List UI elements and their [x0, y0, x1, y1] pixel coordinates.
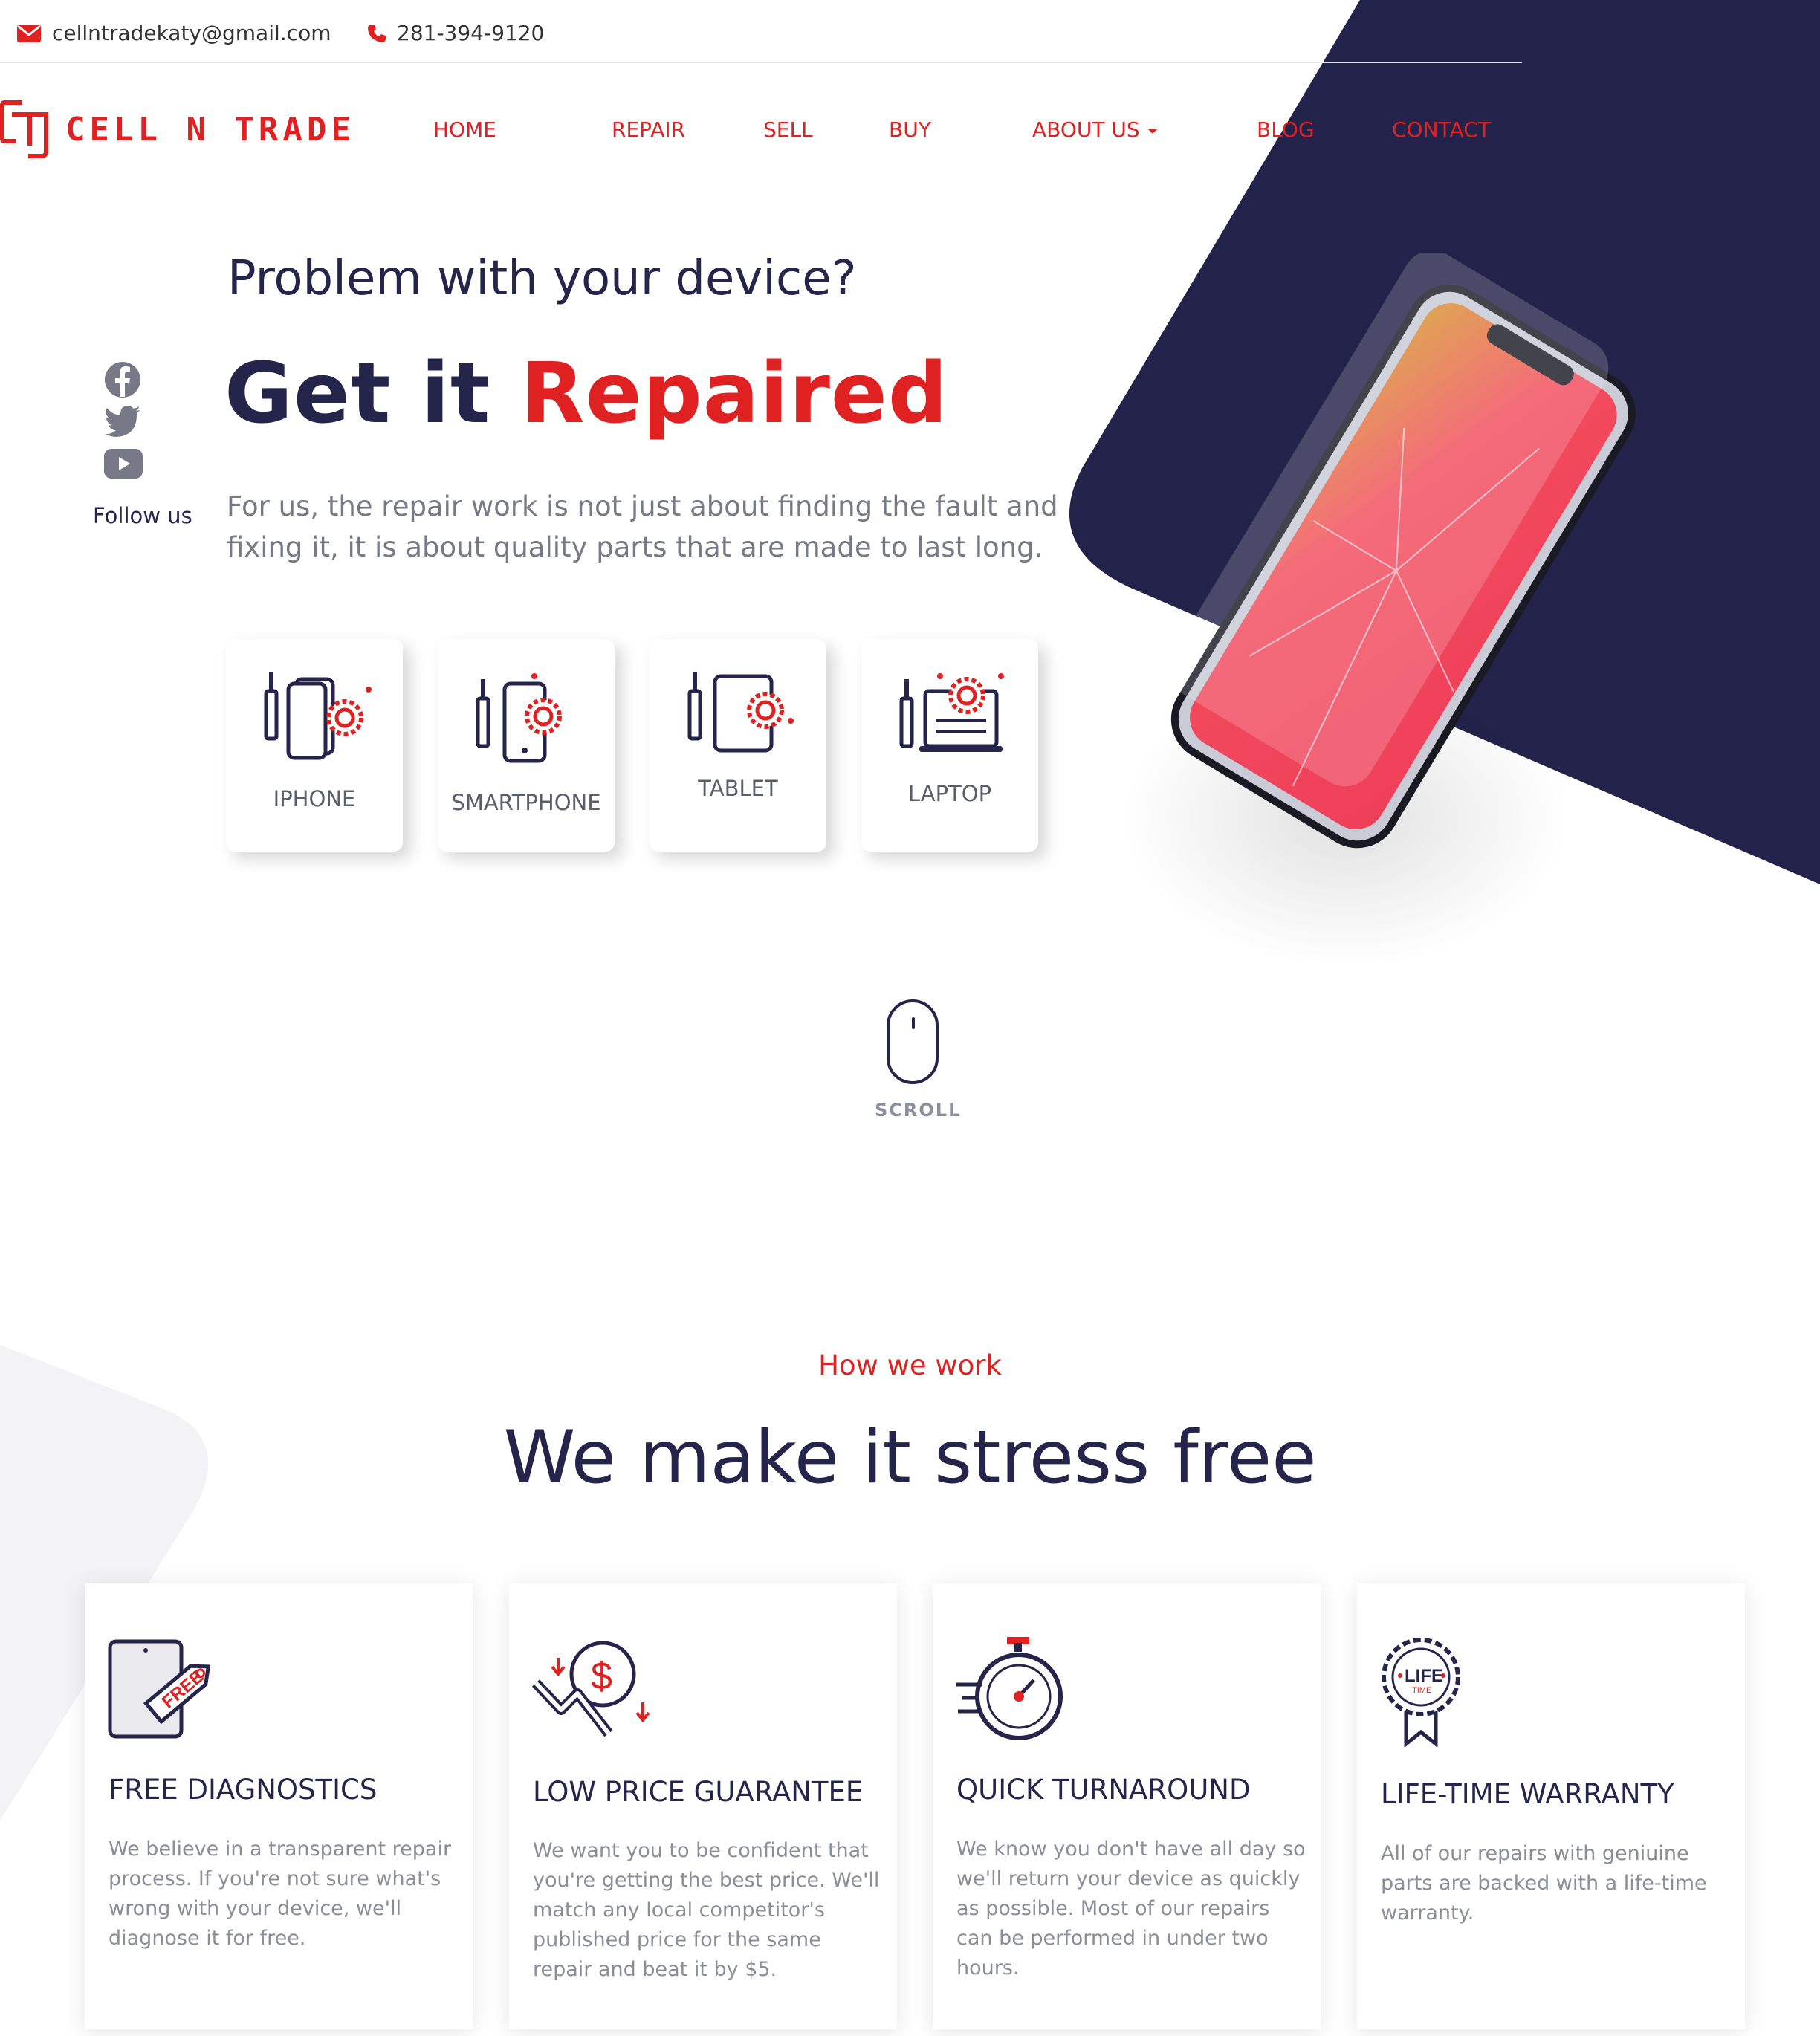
hero-title-accent: Repaired	[520, 346, 949, 442]
feature-title: FREE DIAGNOSTICS	[109, 1774, 378, 1806]
device-card-tablet[interactable]: TABLET	[650, 639, 826, 852]
logo-mark-icon	[0, 100, 48, 158]
brand-logo[interactable]: CELL N TRADE	[0, 99, 355, 160]
dollar-sign-text: $	[591, 1655, 612, 1698]
device-card-laptop[interactable]: LAPTOP	[861, 639, 1038, 852]
feature-card-low-price: $ LOW PRICE GUARANTEE We want you to be …	[509, 1583, 897, 2029]
how-we-work-label: How we work	[818, 1349, 1002, 1381]
section-title: We make it stress free	[503, 1416, 1317, 1500]
twitter-icon[interactable]	[104, 406, 141, 437]
feature-title: LOW PRICE GUARANTEE	[533, 1776, 864, 1808]
life-text: LIFE	[1405, 1666, 1443, 1686]
scroll-wheel	[912, 1017, 915, 1029]
lifetime-badge-icon: LIFE TIME	[1382, 1638, 1460, 1747]
device-card-smartphone[interactable]: SMARTPHONE	[438, 639, 615, 852]
topbar-divider	[0, 62, 1522, 63]
nav-contact[interactable]: CONTACT	[1392, 117, 1491, 142]
scroll-mouse-icon[interactable]	[887, 999, 939, 1084]
feature-text: We know you don't have all day so we'll …	[956, 1838, 1306, 1980]
nav-buy[interactable]: BUY	[889, 117, 931, 142]
laptop-repair-icon	[899, 673, 1004, 752]
topbar-phone[interactable]: 281-394-9120	[367, 21, 544, 45]
price-drop-icon: $	[531, 1641, 650, 1737]
envelope-icon	[17, 24, 41, 42]
feature-card-free-diagnostics: FREE FREE DIAGNOSTICS We believe in a tr…	[85, 1583, 473, 2029]
feature-title: LIFE-TIME WARRANTY	[1381, 1778, 1674, 1810]
cracked-phone-image	[1122, 253, 1636, 966]
nav-sell[interactable]: SELL	[763, 117, 813, 142]
nav-about-label: ABOUT US	[1032, 117, 1140, 142]
smartphone-repair-icon	[476, 673, 562, 763]
hero-title-prefix: Get it	[224, 346, 521, 442]
device-label: TABLET	[698, 776, 778, 801]
device-label: SMARTPHONE	[451, 790, 601, 815]
nav-blog[interactable]: BLOG	[1257, 117, 1315, 142]
tablet-repair-icon	[687, 672, 794, 753]
topbar-email[interactable]: cellntradekaty@gmail.com	[16, 21, 331, 45]
follow-us-label: Follow us	[93, 503, 192, 528]
iphone-repair-icon	[264, 672, 372, 760]
hero-subtitle: Problem with your device?	[227, 251, 857, 306]
time-text: TIME	[1412, 1686, 1431, 1695]
hero-title: Get it Repaired	[224, 346, 948, 442]
scroll-label: SCROLL	[875, 1100, 962, 1121]
feature-text: We want you to be confident that you're …	[533, 1839, 880, 1981]
feature-title: QUICK TURNAROUND	[956, 1774, 1251, 1806]
free-tag-tablet-icon: FREE	[108, 1639, 211, 1739]
email-text: cellntradekaty@gmail.com	[52, 21, 331, 45]
device-label: LAPTOP	[907, 781, 992, 806]
youtube-icon[interactable]	[104, 449, 143, 479]
feature-text: We believe in a transparent repair proce…	[109, 1838, 452, 1950]
nav-about-us[interactable]: ABOUT US	[1032, 117, 1158, 142]
hero-description: For us, the repair work is not just abou…	[227, 490, 1058, 563]
logo-text: CELL N TRADE	[65, 110, 355, 149]
stopwatch-icon	[956, 1637, 1063, 1740]
nav-repair[interactable]: REPAIR	[612, 117, 685, 142]
phone-icon	[368, 24, 386, 42]
feature-text: All of our repairs with geniuine parts a…	[1381, 1842, 1707, 1925]
facebook-icon[interactable]	[104, 361, 141, 398]
device-card-iphone[interactable]: IPHONE	[226, 639, 403, 852]
phone-text: 281-394-9120	[397, 21, 545, 45]
feature-card-quick-turnaround: QUICK TURNAROUND We know you don't have …	[933, 1583, 1321, 2029]
device-label: IPHONE	[273, 786, 356, 811]
feature-card-lifetime-warranty: LIFE TIME LIFE-TIME WARRANTY All of our …	[1357, 1583, 1745, 2029]
nav-home[interactable]: HOME	[433, 117, 496, 142]
caret-down-icon	[1147, 128, 1158, 134]
